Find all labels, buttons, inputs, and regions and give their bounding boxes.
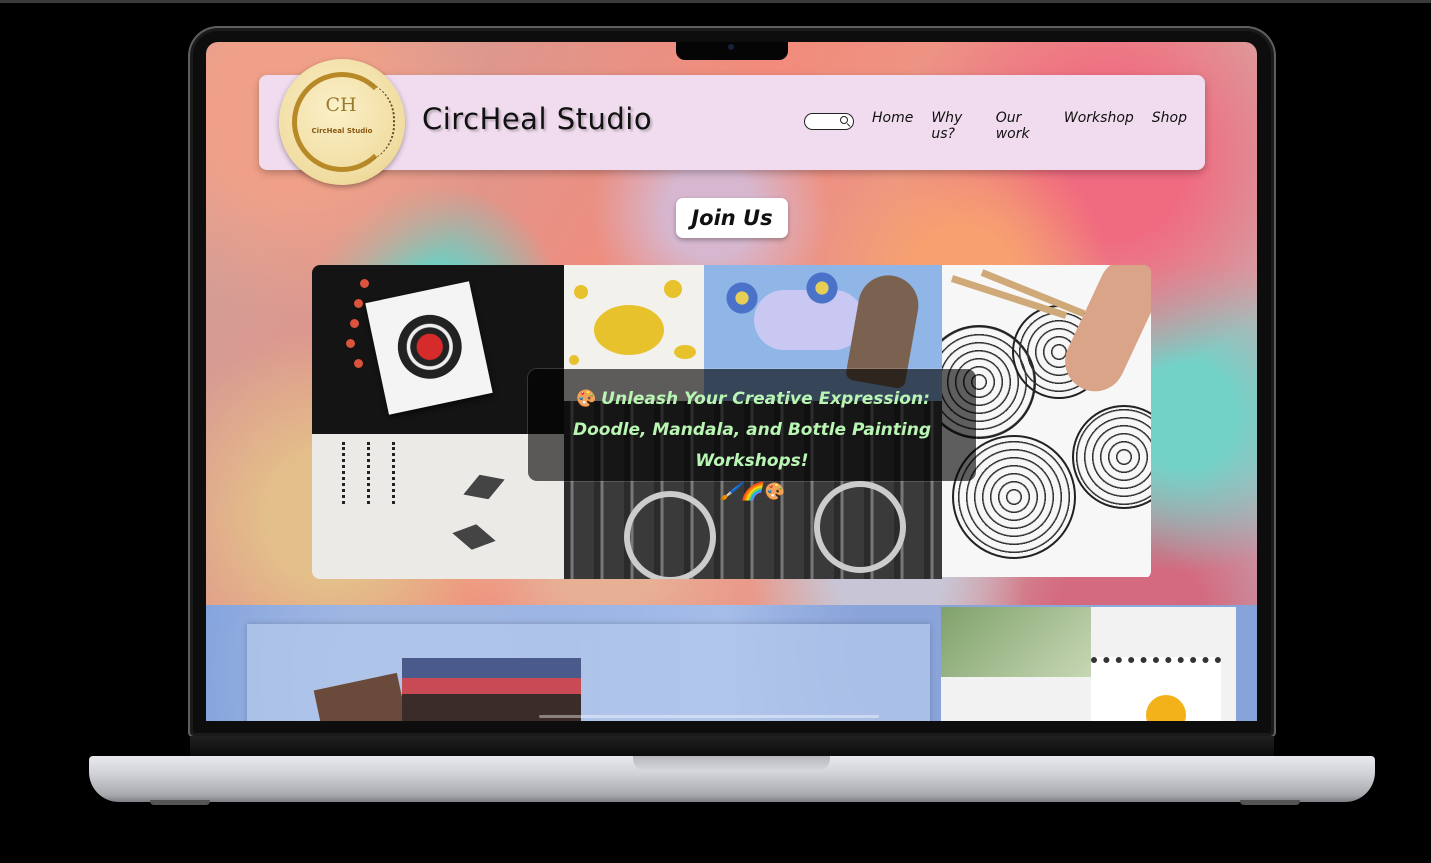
brand-title: CircHeal Studio — [422, 102, 653, 136]
sketch-pad — [365, 281, 493, 415]
nav-shop[interactable]: Shop — [1152, 110, 1187, 142]
logo-leaf-wreath — [357, 81, 395, 163]
brand-logo[interactable]: CH CircHeal Studio — [279, 59, 405, 185]
workshop-photo-tilted — [313, 672, 410, 721]
top-edge-line — [0, 0, 1431, 3]
laptop-foot-right — [1240, 800, 1300, 805]
workshop-photo-card — [247, 624, 930, 721]
tagline-emoji: 🖌️🌈🎨 — [720, 482, 784, 502]
join-us-button[interactable]: Join Us — [676, 198, 788, 238]
workshop-photo-group — [402, 658, 581, 721]
laptop-opening-notch — [633, 756, 830, 772]
laptop-foot-left — [150, 800, 210, 805]
logo-caption: CircHeal Studio — [311, 127, 373, 135]
collage-mandala-notebook — [312, 265, 564, 434]
workshop-tagline-overlay: 🎨 Unleash Your Creative Expression: Dood… — [528, 369, 976, 502]
rose-mandala — [391, 308, 468, 385]
nav-workshop[interactable]: Workshop — [1064, 110, 1134, 142]
search-input[interactable] — [804, 113, 854, 130]
main-nav: Home Why us? Our work Workshop Shop — [872, 110, 1205, 142]
sketchbook-photo — [941, 607, 1236, 721]
nav-home[interactable]: Home — [872, 110, 913, 142]
tagline-line-2: Doodle, Mandala, and Bottle Painting Wor… — [572, 420, 931, 471]
plant-background — [941, 607, 1091, 677]
site-header: CH CircHeal Studio CircHeal Studio Home … — [259, 59, 1205, 185]
tagline-line-1: 🎨 Unleash Your Creative Expression: — [574, 389, 930, 409]
laptop-base — [89, 756, 1375, 802]
nav-why-us[interactable]: Why us? — [931, 110, 977, 142]
nav-our-work[interactable]: Our work — [996, 110, 1046, 142]
laptop-hinge — [190, 736, 1274, 758]
logo-monogram: CH — [325, 94, 357, 116]
search-icon[interactable] — [840, 116, 848, 124]
scroll-indicator — [539, 715, 879, 718]
camera-notch — [676, 42, 788, 60]
collage-calligraphy-butterflies — [312, 434, 564, 579]
camera-icon — [728, 44, 734, 50]
laptop-screen: CH CircHeal Studio CircHeal Studio Home … — [206, 42, 1257, 721]
